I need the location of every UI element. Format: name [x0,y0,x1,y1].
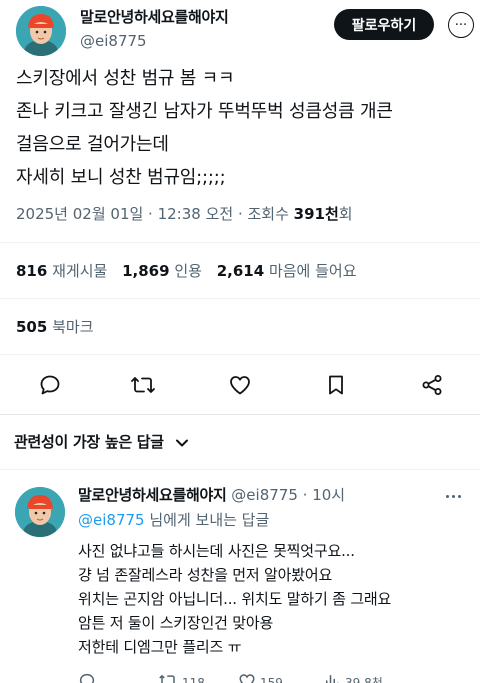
reply-author-name[interactable]: 말로안녕하세요를해야지 [78,486,227,504]
views-icon [323,672,341,683]
reply-reposts-count: 118 [182,675,205,683]
chevron-down-icon [175,432,189,454]
repost-icon [158,672,178,683]
repost-icon[interactable] [128,370,158,400]
quotes-label: 인용 [174,262,202,280]
reply-views-button[interactable]: 39.8천 [323,672,383,683]
bookmark-icon[interactable] [321,370,351,400]
reply-time[interactable]: · 10시 [303,486,345,504]
replying-to: @ei8775 님에게 보내는 답글 [78,509,269,531]
like-icon[interactable] [225,370,255,400]
divider [0,414,480,415]
quotes-stat[interactable]: 1,869 인용 [122,262,212,280]
share-icon[interactable] [417,370,447,400]
reply-author-handle[interactable]: @ei8775 [231,486,298,504]
follow-button[interactable]: 팔로우하기 [334,9,434,40]
reply-text-line: 위치는 곤지암 아닙니더... 위치도 말하기 좀 그래요 [78,590,392,608]
reposts-count: 816 [16,262,48,280]
divider [0,298,480,299]
likes-count: 2,614 [216,262,265,280]
reply-text: 사진 없냐고들 하시는데 사진은 못찍엇구요... 걍 넘 존잘레스라 성찬을 … [78,539,473,659]
bookmarks-label: 북마크 [52,318,94,336]
author-handle[interactable]: @ei8775 [80,31,229,51]
reply-author-line: 말로안녕하세요를해야지 @ei8775 · 10시 [78,484,345,506]
post-text-line: 자세히 보니 성찬 범규임;;;;; [16,167,226,188]
post-actions [0,370,480,400]
post-text-line: 스키장에서 성찬 범규 봄 ㅋㅋ [16,68,235,89]
reply-sort-dropdown[interactable]: 관련성이 가장 높은 답글 [14,431,189,454]
author-block: 말로안녕하세요를해야지 @ei8775 [80,7,229,51]
more-options-label: ··· [454,17,468,33]
post-text: 스키장에서 성찬 범규 봄 ㅋㅋ 존나 키크고 잘생긴 남자가 뚜벅뚜벅 성큼성… [16,62,476,194]
likes-label: 마음에 들어요 [268,262,357,280]
reply-reply-button[interactable] [78,672,100,683]
reply-text-line: 저한테 디엠그만 플리즈 ㅠ [78,638,242,656]
author-name[interactable]: 말로안녕하세요를해야지 [80,7,229,27]
post-text-line: 존나 키크고 잘생긴 남자가 뚜벅뚜벅 성큼성큼 개큰 [16,101,393,122]
divider [0,242,480,243]
divider [0,469,480,470]
reply-likes-count: 159 [260,675,283,683]
replying-to-handle[interactable]: @ei8775 [78,511,145,529]
reply-icon[interactable] [35,370,65,400]
bookmarks-stat[interactable]: 505 북마크 [16,314,104,340]
like-icon [238,672,256,683]
reply-text-line: 걍 넘 존잘레스라 성찬을 먼저 알아봤어요 [78,566,333,584]
reply-actions: 118 159 39.8천 [78,672,478,683]
reposts-label: 재게시물 [52,262,108,280]
reply-repost-button[interactable]: 118 [158,672,205,683]
reposts-stat[interactable]: 816 재게시물 [16,262,117,280]
reply-more-icon[interactable] [446,489,466,503]
reply-like-button[interactable]: 159 [238,672,283,683]
likes-stat[interactable]: 2,614 마음에 들어요 [217,262,367,280]
quotes-count: 1,869 [122,262,170,280]
post-text-line: 걸음으로 걸어가는데 [16,134,169,155]
divider [0,354,480,355]
reply-views-count: 39.8천 [345,676,383,683]
replying-to-suffix: 님에게 보내는 답글 [144,511,270,529]
bookmarks-count: 505 [16,318,48,336]
reply-sort-label: 관련성이 가장 높은 답글 [14,433,164,451]
post-meta: 2025년 02월 01일 · 12:38 오전 · 조회수 391천회 [16,201,353,227]
engagement-stats: 816 재게시물 1,869 인용 2,614 마음에 들어요 [16,258,367,284]
author-avatar[interactable] [16,6,66,56]
view-count-suffix: 회 [338,205,353,223]
reply-icon [78,672,96,683]
post-date[interactable]: 2025년 02월 01일 · 12:38 오전 · 조회수 [16,205,289,223]
reply-text-line: 사진 없냐고들 하시는데 사진은 못찍엇구요... [78,542,355,560]
reply-author-avatar[interactable] [15,487,65,537]
more-options-icon[interactable]: ··· [448,12,474,38]
view-count: 391천 [293,205,339,223]
reply-text-line: 암튼 저 둘이 스키장인건 맞아용 [78,614,274,632]
